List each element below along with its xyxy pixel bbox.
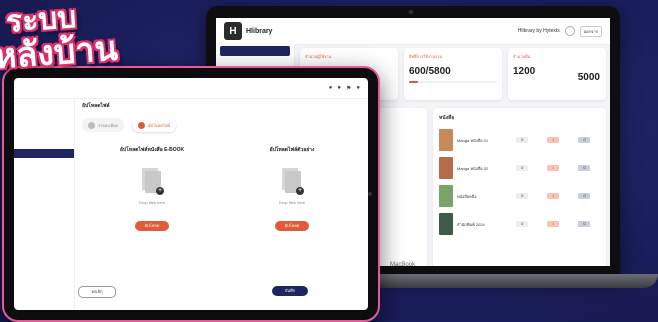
book-cover — [439, 213, 453, 235]
book-cover — [439, 157, 453, 179]
sidebar-item[interactable] — [14, 119, 74, 128]
upload-title: อัปโหลดไฟล์ตัวอย่าง — [269, 147, 315, 153]
tablet-screen: ● ● ⚑ ● อัปโหลดไฟล์ รายละเอียด อัปโหลดไฟ… — [14, 78, 368, 310]
logo-icon: H — [224, 22, 242, 40]
table-header: หนังสือ — [439, 114, 600, 122]
progress-bar — [409, 81, 497, 83]
camera-icon — [368, 192, 372, 196]
stat-label: สิทธิ์การใช้งานรวม — [409, 54, 442, 59]
count-cell: 1 — [547, 165, 560, 171]
count-cell: 0 — [578, 137, 591, 143]
headline: ระบบ หลังบ้าน — [0, 0, 119, 77]
stat-label: จำนวนยืม — [513, 54, 531, 59]
column-book: หนังสือ — [439, 115, 455, 121]
count-cell: 0 — [578, 165, 591, 171]
tablet-sidebar — [14, 98, 75, 310]
upload-sample-button[interactable]: อัปโหลด — [275, 221, 309, 231]
step-icon — [88, 121, 95, 129]
book-cover — [439, 185, 453, 207]
book-rows: Manga หนังสือ 01 0 1 0 Manga หนังสือ 02 0 1 0 หน… — [439, 126, 600, 238]
step-tabs: รายละเอียด อัปโหลดไฟล์ — [82, 118, 362, 132]
count-cell: 0 — [578, 221, 591, 227]
count-cell: 0 — [516, 137, 529, 143]
stat-value: 600/5800 — [409, 66, 451, 77]
books-panel: หนังสือ Manga หนังสือ 01 0 1 0 Manga หนังสือ… — [433, 108, 606, 266]
laptop-topbar: H Hlibrary Hlibrary by Hytexts ออกจาก — [216, 18, 610, 45]
logout-button[interactable]: ออกจาก — [579, 25, 602, 37]
upload-sample: อัปโหลดไฟล์ตัวอย่าง + Drop files here อั… — [222, 146, 362, 231]
book-cover — [439, 129, 453, 151]
stat-card-licenses: สิทธิ์การใช้งานรวม 600/5800 — [404, 48, 502, 100]
count-cell: 0 — [516, 165, 529, 171]
table-row: หนังสือหนึ่ง 0 1 0 — [439, 182, 600, 210]
file-icon[interactable]: + — [142, 168, 164, 195]
count-cell: 1 — [547, 221, 560, 227]
camera-icon — [409, 10, 413, 14]
page-title: อัปโหลดไฟล์ — [82, 103, 110, 109]
upload-title: อัปโหลดไฟล์หนังสือ E-BOOK — [119, 147, 185, 153]
count-cell: 1 — [547, 193, 560, 199]
tab-details[interactable]: รายละเอียด — [82, 118, 125, 132]
count-cell: 0 — [516, 193, 529, 199]
book-title: Manga หนังสือ 02 — [457, 165, 489, 171]
upload-columns: อัปโหลดไฟล์หนังสือ E-BOOK + Drop files h… — [82, 146, 362, 231]
tablet: ● ● ⚑ ● อัปโหลดไฟล์ รายละเอียด อัปโหลดไฟ… — [2, 66, 380, 322]
settings-icon[interactable] — [564, 26, 575, 36]
stat-card-borrows: จำนวนยืม 1200 5000 — [508, 48, 606, 100]
save-button[interactable]: บันทึก — [272, 286, 308, 296]
upload-ebook-button[interactable]: อัปโหลด — [135, 221, 169, 231]
cancel-button[interactable]: ยกเลิก — [78, 286, 116, 298]
tablet-topbar: ● ● ⚑ ● — [14, 78, 368, 99]
book-title: Manga หนังสือ 01 — [457, 137, 489, 143]
sidebar-item[interactable] — [14, 159, 74, 168]
sidebar-item[interactable] — [14, 109, 74, 118]
file-icon[interactable]: + — [282, 168, 304, 195]
notification-icon[interactable]: ● — [329, 85, 333, 91]
sidebar-item-dashboard[interactable] — [220, 46, 290, 56]
book-title: สำนักพิมพ์ 2024 — [457, 221, 485, 227]
book-title: หนังสือหนึ่ง — [457, 193, 477, 199]
sidebar-item[interactable] — [14, 99, 74, 108]
user-area: Hlibrary by Hytexts ออกจาก — [517, 25, 602, 37]
device-label: MacBook — [390, 262, 416, 268]
step-icon — [138, 121, 146, 129]
stat-value-secondary: 5000 — [577, 72, 600, 83]
sidebar-item[interactable] — [14, 139, 74, 148]
tab-label: รายละเอียด — [98, 122, 119, 128]
table-row: สำนักพิมพ์ 2024 0 1 0 — [439, 210, 600, 238]
user-icon[interactable]: ● — [356, 85, 360, 91]
count-cell: 0 — [516, 221, 529, 227]
headline-line-2: หลังบ้าน — [0, 28, 120, 78]
stat-label: จำนวนผู้ใช้งาน — [305, 54, 332, 59]
topbar-icons: ● ● ⚑ ● — [329, 85, 360, 92]
table-row: Manga หนังสือ 01 0 1 0 — [439, 126, 600, 154]
flag-icon[interactable]: ⚑ — [346, 85, 351, 92]
message-icon[interactable]: ● — [337, 85, 341, 91]
sidebar-item-active[interactable] — [14, 149, 74, 158]
count-cell: 0 — [578, 193, 591, 199]
brand-name: Hlibrary — [246, 27, 273, 35]
count-cell: 1 — [547, 137, 560, 143]
tab-upload[interactable]: อัปโหลดไฟล์ — [132, 118, 177, 132]
drop-hint: Drop files here — [278, 200, 305, 205]
user-name: Hlibrary by Hytexts — [517, 28, 560, 34]
drop-hint: Drop files here — [138, 200, 165, 205]
sidebar-item[interactable] — [14, 169, 74, 178]
sidebar-item[interactable] — [14, 179, 74, 188]
sidebar-item[interactable] — [14, 189, 74, 198]
tablet-main: อัปโหลดไฟล์ รายละเอียด อัปโหลดไฟล์ อัปโห… — [82, 102, 362, 310]
form-actions: ยกเลิก บันทึก — [78, 286, 308, 298]
upload-ebook: อัปโหลดไฟล์หนังสือ E-BOOK + Drop files h… — [82, 146, 222, 231]
table-row: Manga หนังสือ 02 0 1 0 — [439, 154, 600, 182]
sidebar-item[interactable] — [14, 129, 74, 138]
tab-label: อัปโหลดไฟล์ — [148, 122, 171, 128]
